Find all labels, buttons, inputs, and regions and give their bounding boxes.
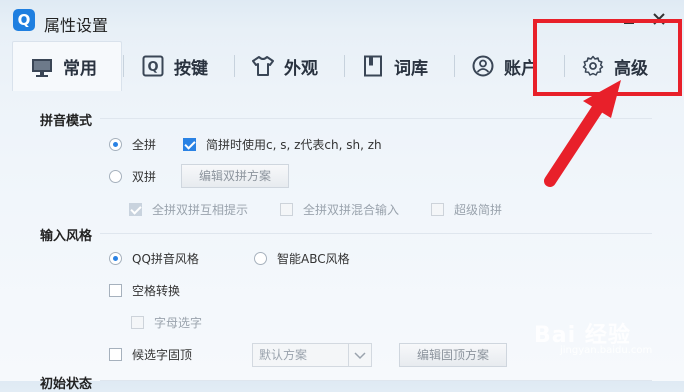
checkbox-label: 全拼双拼互相提示: [152, 203, 249, 217]
tab-divider: [454, 55, 455, 77]
tab-label: 词库: [394, 58, 428, 79]
tab-appearance[interactable]: 外观: [252, 41, 318, 91]
tab-label: 外观: [284, 58, 318, 79]
checkbox-label: 全拼双拼混合输入: [303, 203, 400, 217]
radio-double-pinyin[interactable]: 双拼: [109, 168, 156, 185]
highlight-box: [533, 19, 682, 96]
checkbox-super-abbreviation[interactable]: 超级简拼: [431, 201, 502, 218]
checkbox-indicator: [131, 316, 144, 329]
divider: [100, 118, 652, 119]
radio-abc-style[interactable]: 智能ABC风格: [254, 250, 350, 267]
checkbox-mutual-hint[interactable]: 全拼双拼互相提示: [129, 201, 248, 218]
tab-keys[interactable]: Q 按键: [142, 41, 208, 91]
radio-label: 全拼: [132, 138, 157, 152]
qq-pinyin-logo: Q: [13, 9, 35, 31]
tab-label: 按键: [174, 58, 208, 79]
radio-indicator: [254, 252, 267, 265]
section-title-init: 初始状态: [40, 377, 93, 392]
monitor-icon: [32, 58, 52, 77]
edit-double-pinyin-button[interactable]: 编辑双拼方案: [181, 164, 289, 188]
tab-divider: [344, 55, 345, 77]
tab-common[interactable]: 常用: [12, 41, 122, 91]
checkbox-indicator: [109, 284, 122, 297]
radio-indicator: [109, 252, 122, 265]
radio-label: QQ拼音风格: [132, 252, 199, 266]
checkbox-label: 简拼时使用c, s, z代表ch, sh, zh: [206, 138, 382, 152]
checkbox-abbreviation[interactable]: 简拼时使用c, s, z代表ch, sh, zh: [183, 136, 382, 153]
checkbox-label: 候选字固顶: [132, 348, 193, 362]
tab-label: 常用: [63, 59, 97, 79]
tab-divider: [234, 55, 235, 77]
radio-label: 智能ABC风格: [277, 252, 350, 266]
checkbox-letter-select[interactable]: 字母选字: [131, 314, 202, 331]
tab-account[interactable]: 账户: [472, 41, 538, 91]
q-key-icon: Q: [142, 55, 164, 77]
radio-indicator: [109, 170, 122, 183]
tab-divider: [123, 55, 124, 77]
tab-dictionary[interactable]: 词库: [362, 41, 428, 91]
checkbox-label: 超级简拼: [454, 203, 503, 217]
checkbox-label: 字母选字: [154, 316, 203, 330]
checkbox-indicator: [183, 138, 196, 151]
checkbox-space-convert[interactable]: 空格转换: [109, 282, 180, 299]
window-title: 属性设置: [44, 16, 109, 35]
svg-text:Q: Q: [147, 60, 158, 75]
section-title-style: 输入风格: [40, 229, 93, 244]
checkbox-indicator: [129, 203, 142, 216]
scheme-select[interactable]: 默认方案: [252, 343, 372, 367]
radio-full-pinyin[interactable]: 全拼: [109, 136, 156, 153]
checkbox-indicator: [431, 203, 444, 216]
watermark-url: jingyan.baidu.com: [560, 345, 653, 356]
divider: [100, 233, 652, 234]
checkbox-indicator: [280, 203, 293, 216]
radio-qq-style[interactable]: QQ拼音风格: [109, 250, 199, 267]
checkbox-fixed-candidate[interactable]: 候选字固顶: [109, 346, 192, 363]
user-icon: [472, 55, 494, 77]
section-title-pinyin: 拼音模式: [40, 114, 93, 129]
checkbox-label: 空格转换: [132, 284, 181, 298]
book-icon: [364, 55, 382, 77]
checkbox-indicator: [109, 348, 122, 361]
tshirt-icon: [252, 56, 274, 76]
chevron-down-icon: [348, 344, 371, 366]
checkbox-mixed-input[interactable]: 全拼双拼混合输入: [280, 201, 399, 218]
radio-label: 双拼: [132, 170, 157, 184]
edit-fixed-scheme-button[interactable]: 编辑固顶方案: [399, 343, 507, 367]
radio-indicator: [109, 138, 122, 151]
scheme-select-value: 默认方案: [259, 348, 308, 362]
